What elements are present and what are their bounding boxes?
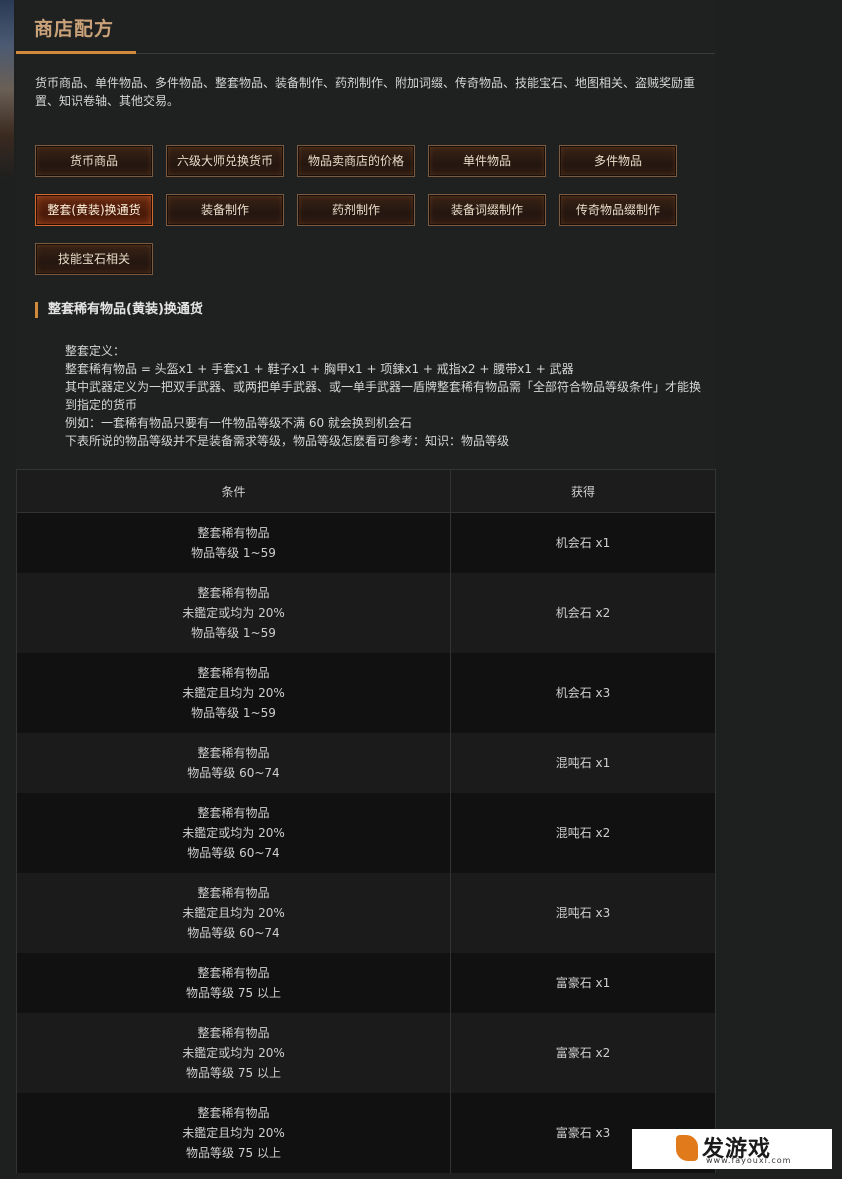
content-panel: 商店配方 货币商品、单件物品、多件物品、整套物品、装备制作、药剂制作、附加词缀、… xyxy=(16,0,716,1179)
condition-line: 物品等级 75 以上 xyxy=(186,986,281,1000)
recipe-table: 条件 获得 整套稀有物品 物品等级 1~59 机会石 x1 整套稀有物品 未鑑定… xyxy=(16,469,716,1173)
condition-line: 物品等级 1~59 xyxy=(191,706,276,720)
condition-line: 整套稀有物品 xyxy=(197,886,270,900)
reward-cell: 机会石 x3 xyxy=(450,653,716,733)
reward-cell: 机会石 x2 xyxy=(450,573,716,653)
site-watermark: 发游戏 www.fayouxi.com xyxy=(632,1129,832,1169)
condition-line: 未鑑定且均为 20% xyxy=(182,1126,285,1140)
condition-line: 未鑑定且均为 20% xyxy=(182,906,285,920)
watermark-logo-icon xyxy=(676,1135,698,1161)
condition-line: 未鑑定或均为 20% xyxy=(182,1046,285,1060)
table-row: 整套稀有物品 未鑑定且均为 20% 物品等级 60~74 混吨石 x3 xyxy=(16,873,716,953)
side-background-art xyxy=(0,0,14,180)
set-definition: 整套定义： 整套稀有物品 = 头盔x1 + 手套x1 + 鞋子x1 + 胸甲x1… xyxy=(65,342,710,450)
table-row: 整套稀有物品 未鑑定或均为 20% 物品等级 60~74 混吨石 x2 xyxy=(16,793,716,873)
table-row: 整套稀有物品 物品等级 1~59 机会石 x1 xyxy=(16,512,716,573)
reward-cell: 混吨石 x3 xyxy=(450,873,716,953)
condition-line: 整套稀有物品 xyxy=(197,586,270,600)
condition-line: 整套稀有物品 xyxy=(197,1106,270,1120)
condition-line: 物品等级 75 以上 xyxy=(186,1146,281,1160)
tab-single-item[interactable]: 单件物品 xyxy=(428,145,546,177)
intro-text: 货币商品、单件物品、多件物品、整套物品、装备制作、药剂制作、附加词缀、传奇物品、… xyxy=(35,76,696,108)
definition-line: 例如：一套稀有物品只要有一件物品等级不满 60 就会换到机会石 xyxy=(65,416,412,430)
condition-line: 整套稀有物品 xyxy=(197,966,270,980)
reward-cell: 混吨石 x1 xyxy=(450,733,716,793)
tab-potion-crafting[interactable]: 药剂制作 xyxy=(297,194,415,226)
table-row: 整套稀有物品 未鑑定或均为 20% 物品等级 1~59 机会石 x2 xyxy=(16,573,716,653)
condition-line: 未鑑定且均为 20% xyxy=(182,686,285,700)
table-row: 整套稀有物品 物品等级 75 以上 富豪石 x1 xyxy=(16,953,716,1013)
condition-cell: 整套稀有物品 未鑑定且均为 20% 物品等级 75 以上 xyxy=(16,1093,451,1173)
table-row: 整套稀有物品 未鑑定且均为 20% 物品等级 75 以上 富豪石 x3 xyxy=(16,1093,716,1173)
condition-cell: 整套稀有物品 物品等级 60~74 xyxy=(16,733,451,793)
condition-line: 物品等级 1~59 xyxy=(191,546,276,560)
condition-line: 未鑑定或均为 20% xyxy=(182,606,285,620)
table-header-row: 条件 获得 xyxy=(16,469,716,513)
reward-cell: 富豪石 x2 xyxy=(450,1013,716,1093)
condition-cell: 整套稀有物品 物品等级 1~59 xyxy=(16,512,451,573)
tab-currency-goods[interactable]: 货币商品 xyxy=(35,145,153,177)
tab-skill-gems[interactable]: 技能宝石相关 xyxy=(35,243,153,275)
reward-cell: 富豪石 x1 xyxy=(450,953,716,1013)
condition-line: 物品等级 75 以上 xyxy=(186,1066,281,1080)
header-reward: 获得 xyxy=(450,469,716,513)
tab-full-set-exchange[interactable]: 整套(黄装)换通货 xyxy=(35,194,153,226)
definition-line: 下表所说的物品等级并不是装备需求等级，物品等级怎麽看可参考：知识：物品等级 xyxy=(65,434,510,448)
condition-line: 物品等级 60~74 xyxy=(187,766,280,780)
condition-cell: 整套稀有物品 未鑑定或均为 20% 物品等级 60~74 xyxy=(16,793,451,873)
condition-line: 整套稀有物品 xyxy=(197,526,270,540)
tab-multi-item[interactable]: 多件物品 xyxy=(559,145,677,177)
table-row: 整套稀有物品 未鑑定且均为 20% 物品等级 1~59 机会石 x3 xyxy=(16,653,716,733)
condition-line: 物品等级 60~74 xyxy=(187,846,280,860)
condition-line: 未鑑定或均为 20% xyxy=(182,826,285,840)
reward-cell: 机会石 x1 xyxy=(450,512,716,573)
section-title: 整套稀有物品(黄装)换通货 xyxy=(35,302,203,318)
condition-line: 物品等级 60~74 xyxy=(187,926,280,940)
tab-master-exchange[interactable]: 六级大师兑换货币 xyxy=(166,145,284,177)
table-row: 整套稀有物品 未鑑定或均为 20% 物品等级 75 以上 富豪石 x2 xyxy=(16,1013,716,1093)
header-condition: 条件 xyxy=(16,469,451,513)
definition-line: 整套定义： xyxy=(65,344,126,358)
condition-line: 整套稀有物品 xyxy=(197,666,270,680)
condition-cell: 整套稀有物品 未鑑定且均为 20% 物品等级 60~74 xyxy=(16,873,451,953)
condition-cell: 整套稀有物品 未鑑定或均为 20% 物品等级 75 以上 xyxy=(16,1013,451,1093)
tab-affix-crafting[interactable]: 装备词缀制作 xyxy=(428,194,546,226)
condition-line: 整套稀有物品 xyxy=(197,1026,270,1040)
title-underline xyxy=(16,51,136,54)
page-title: 商店配方 xyxy=(34,18,115,40)
table-row: 整套稀有物品 物品等级 60~74 混吨石 x1 xyxy=(16,733,716,793)
tab-sell-prices[interactable]: 物品卖商店的价格 xyxy=(297,145,415,177)
condition-line: 整套稀有物品 xyxy=(197,746,270,760)
definition-line: 其中武器定义为一把双手武器、或两把单手武器、或一单手武器一盾牌整套稀有物品需「全… xyxy=(65,380,702,412)
tab-legendary-crafting[interactable]: 传奇物品缀制作 xyxy=(559,194,677,226)
definition-line: 整套稀有物品 = 头盔x1 + 手套x1 + 鞋子x1 + 胸甲x1 + 项鍊x… xyxy=(65,362,574,376)
condition-cell: 整套稀有物品 物品等级 75 以上 xyxy=(16,953,451,1013)
condition-line: 整套稀有物品 xyxy=(197,806,270,820)
reward-cell: 混吨石 x2 xyxy=(450,793,716,873)
page-header: 商店配方 xyxy=(16,0,715,54)
condition-cell: 整套稀有物品 未鑑定或均为 20% 物品等级 1~59 xyxy=(16,573,451,653)
watermark-url: www.fayouxi.com xyxy=(706,1156,792,1165)
condition-line: 物品等级 1~59 xyxy=(191,626,276,640)
condition-cell: 整套稀有物品 未鑑定且均为 20% 物品等级 1~59 xyxy=(16,653,451,733)
tab-equipment-crafting[interactable]: 装备制作 xyxy=(166,194,284,226)
